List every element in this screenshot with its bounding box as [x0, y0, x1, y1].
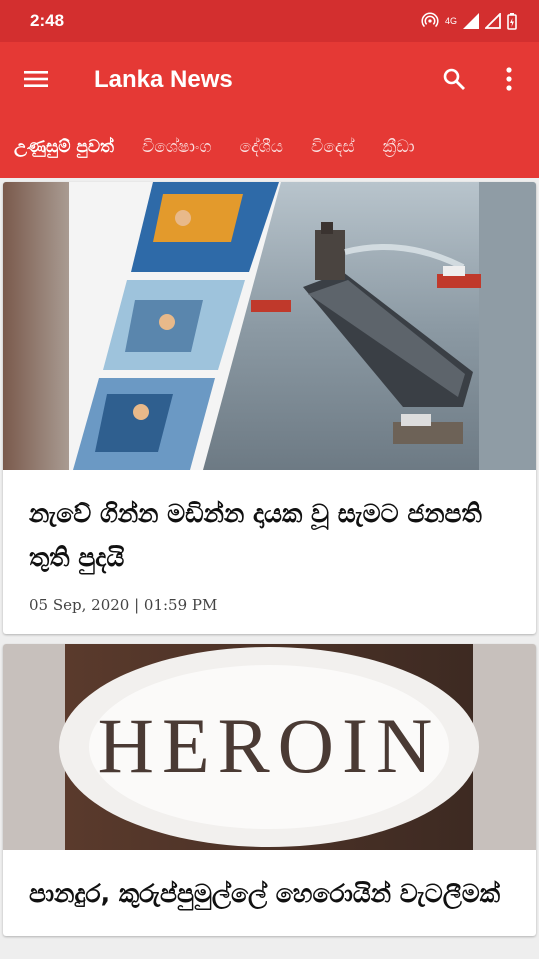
article-date: 05 Sep, 2020 | 01:59 PM: [29, 596, 218, 614]
signal-icon: [463, 13, 479, 29]
hotspot-icon: [421, 12, 439, 28]
heroin-image-text: HEROIN: [98, 702, 441, 789]
article-headline[interactable]: නැවේ ගින්න මඩින්න දායක වූ සැමට ජනපති තුත…: [29, 492, 510, 580]
signal-empty-icon: [485, 13, 501, 29]
app-bar: Lanka News: [0, 42, 539, 116]
overflow-menu-button[interactable]: [494, 61, 524, 97]
clock: 2:48: [30, 11, 65, 30]
more-vert-icon: [506, 67, 512, 91]
tab-local[interactable]: දේශීය: [226, 137, 298, 157]
status-bar: 2:48 4G: [0, 0, 539, 42]
status-icons: 4G: [421, 12, 517, 30]
menu-button[interactable]: [16, 59, 56, 99]
tab-features[interactable]: විශේෂාංග: [128, 137, 226, 157]
category-tabs: උණුසුම් පුවත් විශේෂාංග දේශීය විදෙස් ක්‍ර…: [0, 116, 539, 178]
search-button[interactable]: [436, 61, 472, 97]
app-title: Lanka News: [94, 66, 233, 93]
news-card[interactable]: HEROIN පානදුර, කුරුප්පුමුල්ලේ හෙරොයින් ව…: [3, 644, 536, 936]
news-card[interactable]: නැවේ ගින්න මඩින්න දායක වූ සැමට ජනපති තුත…: [3, 182, 536, 634]
tab-foreign[interactable]: විදෙස්: [297, 137, 369, 157]
article-headline[interactable]: පානදුර, කුරුප්පුමුල්ලේ හෙරොයින් වැටලීමක්: [29, 872, 510, 916]
tab-breaking-news[interactable]: උණුසුම් පුවත්: [0, 137, 128, 157]
article-image-ship-fire: [3, 182, 536, 470]
article-image-heroin: HEROIN: [3, 644, 536, 850]
network-type-label: 4G: [444, 15, 457, 26]
search-icon: [443, 68, 465, 90]
hamburger-icon: [24, 71, 48, 87]
news-feed: නැවේ ගින්න මඩින්න දායක වූ සැමට ජනපති තුත…: [0, 178, 539, 936]
battery-icon: [507, 12, 517, 30]
tab-sports[interactable]: ක්‍රීඩා: [369, 137, 429, 157]
